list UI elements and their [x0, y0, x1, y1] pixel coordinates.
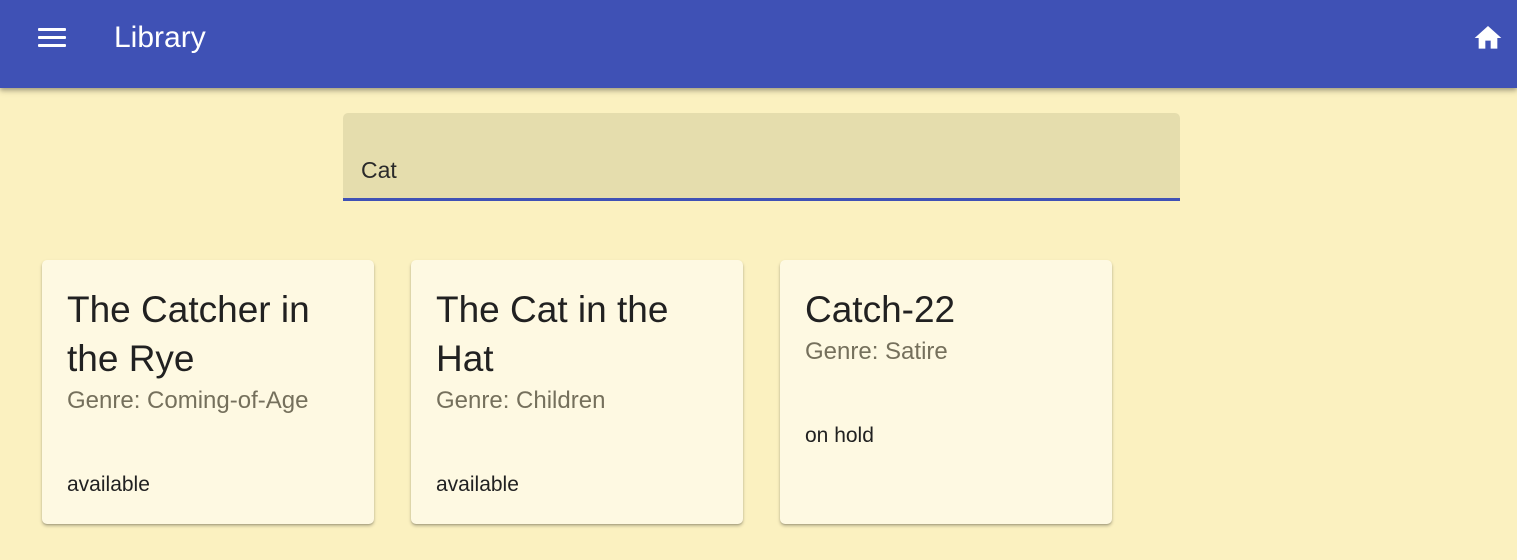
menu-button[interactable]: [26, 18, 78, 58]
book-genre: Genre: Satire: [805, 338, 948, 365]
book-title: The Catcher in the Rye: [67, 289, 310, 379]
home-icon: [1474, 26, 1502, 49]
book-title: The Cat in the Hat: [436, 289, 669, 379]
app-title: Library: [114, 21, 206, 54]
home-button[interactable]: [1466, 18, 1508, 58]
book-card[interactable]: The Cat in the Hat Genre: Children avail…: [411, 260, 743, 524]
search-field[interactable]: [343, 113, 1180, 201]
app-bar: Library: [0, 0, 1517, 88]
book-genre: Genre: Coming-of-Age: [67, 387, 309, 414]
search-input[interactable]: [361, 153, 1161, 187]
book-card[interactable]: The Catcher in the Rye Genre: Coming-of-…: [42, 260, 374, 524]
book-title: Catch-22: [805, 289, 956, 330]
book-status: available: [436, 473, 519, 496]
book-genre: Genre: Children: [436, 387, 606, 414]
book-status: available: [67, 473, 150, 496]
book-status: on hold: [805, 424, 874, 447]
book-card[interactable]: Catch-22 Genre: Satire on hold: [780, 260, 1112, 524]
